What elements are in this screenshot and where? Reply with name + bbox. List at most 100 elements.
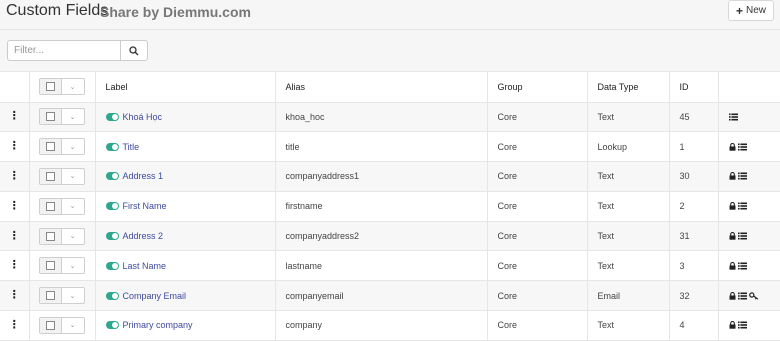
kebab-menu-icon[interactable]: ⋮ (9, 319, 20, 331)
list-icon[interactable] (737, 232, 747, 240)
row-menu-cell: ⋮ (0, 221, 30, 252)
column-header-id[interactable]: ID (669, 72, 719, 103)
page-header: Custom Fields Share by Diemmu.com + New (0, 0, 780, 30)
row-checkbox[interactable] (39, 168, 62, 184)
published-toggle[interactable] (105, 232, 119, 241)
column-header-label[interactable]: Label (95, 72, 276, 103)
chevron-down-icon[interactable]: ⌄ (62, 258, 84, 273)
kebab-menu-icon[interactable]: ⋮ (9, 110, 20, 122)
column-header-data-type[interactable]: Data Type (587, 72, 670, 103)
chevron-down-icon[interactable]: ⌄ (62, 318, 84, 333)
list-icon[interactable] (737, 292, 747, 300)
published-toggle[interactable] (105, 142, 119, 151)
row-checkbox[interactable] (39, 109, 62, 125)
search-button[interactable] (120, 40, 148, 61)
field-label-link[interactable]: First Name (123, 201, 167, 211)
group-cell: Core (487, 310, 588, 341)
group-cell: Core (487, 250, 588, 282)
field-label-link[interactable]: Address 1 (123, 171, 164, 181)
list-icon[interactable] (737, 172, 747, 180)
row-checkbox[interactable] (39, 198, 62, 214)
list-icon[interactable] (737, 202, 747, 210)
row-checkbox[interactable] (39, 288, 62, 304)
row-checkbox[interactable] (39, 258, 62, 274)
row-checkbox[interactable] (39, 139, 62, 155)
column-header-alias[interactable]: Alias (275, 72, 488, 103)
field-label-link[interactable]: Primary company (123, 320, 193, 330)
alias-cell: companyaddress2 (275, 221, 488, 252)
lock-icon (729, 261, 736, 270)
table-row: ⋮ ⌄ Address 1 companyaddress1 Core Text … (0, 161, 780, 192)
row-check-cell: ⌄ (29, 191, 96, 222)
kebab-menu-icon[interactable]: ⋮ (9, 140, 20, 152)
chevron-down-icon[interactable]: ⌄ (62, 79, 84, 94)
column-header-group[interactable]: Group (487, 72, 588, 103)
chevron-down-icon[interactable]: ⌄ (62, 199, 84, 214)
label-cell: Last Name (95, 250, 276, 282)
field-label-link[interactable]: Company Email (123, 291, 187, 301)
page-title: Custom Fields (6, 2, 109, 19)
row-select-group: ⌄ (38, 227, 85, 245)
search-icon (129, 45, 139, 55)
row-menu-cell: ⋮ (0, 310, 30, 341)
published-toggle[interactable] (105, 202, 119, 211)
alias-cell: companyemail (275, 280, 488, 312)
filter-input[interactable] (7, 40, 120, 61)
lock-icon (729, 202, 736, 210)
data-type-cell: Lookup (587, 131, 670, 163)
row-menu-cell: ⋮ (0, 161, 30, 192)
lock-icon (729, 172, 736, 181)
new-button[interactable]: + New (728, 0, 774, 21)
published-toggle[interactable] (105, 321, 119, 330)
chevron-down-icon[interactable]: ⌄ (62, 139, 84, 154)
group-cell: Core (487, 131, 588, 163)
header-menu-cell (0, 72, 30, 103)
row-check-cell: ⌄ (29, 102, 96, 133)
data-type-cell: Text (587, 250, 670, 282)
field-label-link[interactable]: Khoá Học (123, 112, 163, 122)
id-cell: 31 (669, 221, 719, 252)
data-type-cell: Text (587, 161, 670, 192)
alias-cell: companyaddress1 (275, 161, 488, 192)
data-type-cell: Text (587, 221, 670, 252)
icons-cell (718, 280, 780, 312)
id-cell: 30 (669, 161, 719, 192)
watermark-text: Share by Diemmu.com (100, 4, 251, 20)
list-icon[interactable] (737, 262, 747, 270)
published-toggle[interactable] (105, 172, 119, 181)
icons-cell (718, 191, 780, 222)
kebab-menu-icon[interactable]: ⋮ (9, 289, 20, 301)
filter-group (7, 40, 148, 61)
chevron-down-icon[interactable]: ⌄ (62, 169, 84, 184)
field-label-link[interactable]: Address 2 (123, 231, 164, 241)
alias-cell: company (275, 310, 488, 341)
chevron-down-icon[interactable]: ⌄ (62, 109, 84, 124)
select-all-checkbox[interactable] (39, 79, 62, 95)
kebab-menu-icon[interactable]: ⋮ (9, 230, 20, 242)
data-type-cell: Email (587, 280, 670, 312)
label-cell: Address 1 (95, 161, 276, 192)
list-icon[interactable] (737, 321, 747, 329)
kebab-menu-icon[interactable]: ⋮ (9, 200, 20, 212)
alias-cell: khoa_hoc (275, 102, 488, 133)
icons-cell (718, 161, 780, 192)
row-menu-cell: ⋮ (0, 191, 30, 222)
published-toggle[interactable] (105, 261, 119, 270)
group-cell: Core (487, 161, 588, 192)
chevron-down-icon[interactable]: ⌄ (62, 288, 84, 303)
field-label-link[interactable]: Last Name (123, 261, 167, 271)
chevron-down-icon[interactable]: ⌄ (62, 229, 84, 244)
plus-icon: + (735, 3, 743, 18)
kebab-menu-icon[interactable]: ⋮ (9, 259, 20, 271)
row-checkbox[interactable] (39, 228, 62, 244)
published-toggle[interactable] (105, 291, 119, 300)
row-check-cell: ⌄ (29, 280, 96, 312)
field-label-link[interactable]: Title (123, 142, 140, 152)
kebab-menu-icon[interactable]: ⋮ (9, 170, 20, 182)
published-toggle[interactable] (105, 112, 119, 121)
row-select-group: ⌄ (38, 197, 85, 215)
group-cell: Core (487, 221, 588, 252)
list-icon[interactable] (737, 143, 747, 151)
row-checkbox[interactable] (39, 317, 62, 333)
list-icon[interactable] (728, 113, 738, 121)
